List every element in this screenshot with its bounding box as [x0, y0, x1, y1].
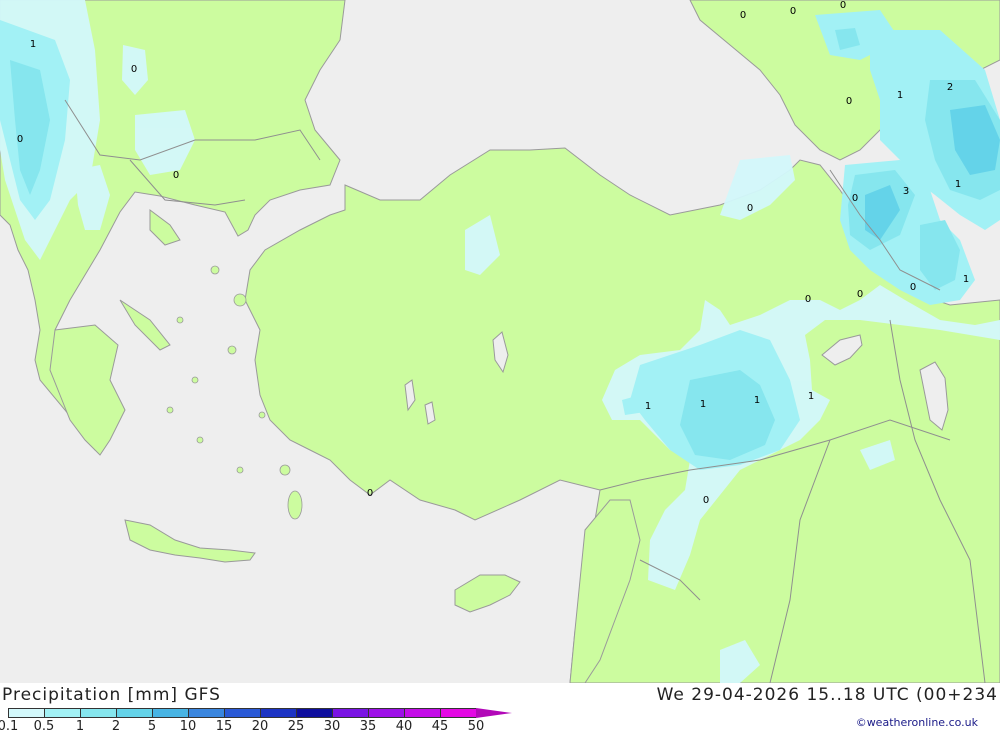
contour-label: 1 [808, 391, 814, 402]
legend-swatch [440, 708, 476, 718]
contour-label: 1 [963, 274, 969, 285]
island [279, 464, 291, 476]
legend-tick-label: 0.5 [33, 719, 55, 734]
island [233, 293, 247, 307]
contour-label: 0 [910, 282, 916, 293]
legend-tick-label: 40 [395, 719, 413, 734]
legend-tick-label: 1 [75, 719, 85, 734]
island [166, 406, 174, 414]
legend-swatch [8, 708, 44, 718]
legend-tick-label: 20 [251, 719, 269, 734]
legend-swatch [80, 708, 116, 718]
island [236, 466, 244, 474]
footer-bar: Precipitation [mm] GFS We 29-04-2026 15.… [0, 683, 1000, 734]
legend-swatch [368, 708, 404, 718]
legend-arrow [476, 708, 512, 718]
legend-tick-label: 30 [323, 719, 341, 734]
contour-label: 0 [17, 134, 23, 145]
contour-label: 1 [700, 399, 706, 410]
contour-label: 0 [747, 203, 753, 214]
island [191, 376, 199, 384]
legend-ticks: 0.1 0.5 1 2 5 10 15 20 25 30 35 40 45 50 [0, 719, 560, 734]
legend-swatch [152, 708, 188, 718]
contour-label: 0 [740, 10, 746, 21]
valid-time: We 29-04-2026 15..18 UTC (00+234 [656, 685, 998, 705]
contour-label: 1 [897, 90, 903, 101]
contour-label: 0 [131, 64, 137, 75]
contour-label: 0 [173, 170, 179, 181]
contour-label: 2 [947, 82, 953, 93]
contour-label: 0 [805, 294, 811, 305]
contour-label: 0 [790, 6, 796, 17]
contour-label: 3 [903, 186, 909, 197]
contour-label: 0 [840, 0, 846, 11]
island [258, 411, 266, 419]
contour-label: 0 [367, 488, 373, 499]
island [176, 316, 184, 324]
legend-swatch [224, 708, 260, 718]
legend-swatch [332, 708, 368, 718]
legend-swatch [260, 708, 296, 718]
contour-label: 1 [754, 395, 760, 406]
legend-swatch [116, 708, 152, 718]
credit-link[interactable]: ©weatheronline.co.uk [856, 716, 978, 729]
legend-tick-label: 15 [215, 719, 233, 734]
island [196, 436, 204, 444]
legend-tick-label: 50 [467, 719, 485, 734]
legend-tick-label: 10 [179, 719, 197, 734]
contour-label: 1 [30, 39, 36, 50]
map-canvas: 1 0 0 0 0 0 0 0 1 2 3 1 0 0 0 0 0 1 1 1 1 1 0 0 [0, 0, 1000, 683]
legend-swatch [44, 708, 80, 718]
contour-label: 1 [955, 179, 961, 190]
contour-label: 0 [846, 96, 852, 107]
contour-label: 0 [703, 495, 709, 506]
island-rhodes [287, 490, 303, 520]
legend-swatch [296, 708, 332, 718]
contour-label: 0 [852, 193, 858, 204]
legend-tick-label: 0.1 [0, 719, 19, 734]
legend-swatch [404, 708, 440, 718]
legend-tick-label: 45 [431, 719, 449, 734]
map-title: Precipitation [mm] GFS [2, 685, 221, 705]
island [210, 265, 220, 275]
legend-tick-label: 2 [111, 719, 121, 734]
legend-swatch [188, 708, 224, 718]
contour-label: 0 [857, 289, 863, 300]
contour-label: 1 [645, 401, 651, 412]
legend-bar [8, 708, 512, 718]
legend-tick-label: 35 [359, 719, 377, 734]
precipitation-map: 1 0 0 0 0 0 0 0 1 2 3 1 0 0 0 0 0 1 1 1 1 1 0 0 [0, 0, 1000, 683]
legend-tick-label: 5 [147, 719, 157, 734]
legend-tick-label: 25 [287, 719, 305, 734]
island [227, 345, 237, 355]
